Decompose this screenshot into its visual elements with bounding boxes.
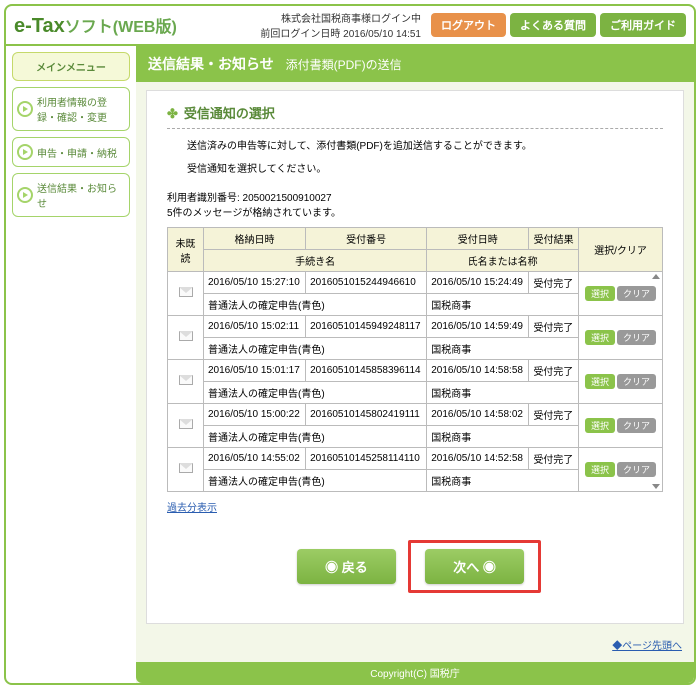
cell-recdate: 2016/05/10 14:58:58 — [427, 360, 529, 382]
login-info: 株式会社国税商事様ログイン中 前回ログイン日時 2016/05/10 14:51 — [254, 10, 427, 40]
table-wrap: 未既読 格納日時 受付番号 受付日時 受付結果 選択/クリア 手続き名 氏名また… — [167, 227, 663, 492]
cell-proc: 普通法人の確定申告(青色) — [204, 470, 427, 492]
button-row: ◉ 戻る 次へ ◉ — [167, 540, 663, 593]
section: ✤受信通知の選択 送信済みの申告等に対して、添付書類(PDF)を追加送信すること… — [146, 90, 684, 624]
select-button[interactable]: 選択 — [585, 418, 615, 433]
arrow-icon — [17, 101, 33, 117]
select-button[interactable]: 選択 — [585, 462, 615, 477]
cell-stored: 2016/05/10 15:00:22 — [204, 404, 306, 426]
sidebar-main-menu[interactable]: メインメニュー — [12, 52, 130, 81]
footer: Copyright(C) 国税庁 — [136, 662, 694, 683]
meta: 利用者識別番号: 2050021500910027 5件のメッセージが格納されて… — [167, 191, 663, 221]
clear-button[interactable]: クリア — [617, 418, 656, 433]
main-wrap: メインメニュー 利用者情報の登録・確認・変更 申告・申請・納税 送信結果・お知ら… — [6, 46, 694, 683]
scroll-down-icon[interactable] — [652, 484, 660, 489]
past-link[interactable]: 過去分表示 — [167, 503, 217, 514]
sidebar: メインメニュー 利用者情報の登録・確認・変更 申告・申請・納税 送信結果・お知ら… — [6, 46, 136, 683]
envelope-icon — [179, 287, 193, 297]
table-row: 2016/05/10 15:02:11 20160510145949248117… — [168, 316, 663, 338]
table-row: 2016/05/10 15:00:22 20160510145802419111… — [168, 404, 663, 426]
table-row: 2016/05/10 15:01:17 20160510145858396114… — [168, 360, 663, 382]
cell-name: 国税商事 — [427, 294, 579, 316]
cell-recdate: 2016/05/10 14:52:58 — [427, 448, 529, 470]
app-frame: e-Taxソフト(WEB版) 株式会社国税商事様ログイン中 前回ログイン日時 2… — [4, 4, 696, 685]
th-unread: 未既読 — [168, 228, 204, 272]
cell-result: 受付完了 — [529, 316, 579, 338]
page-title: 送信結果・お知らせ — [148, 56, 274, 72]
th-recdate: 受付日時 — [427, 228, 529, 250]
cell-result: 受付完了 — [529, 448, 579, 470]
cell-recdate: 2016/05/10 14:58:02 — [427, 404, 529, 426]
logout-button[interactable]: ログアウト — [431, 13, 506, 37]
page-title-bar: 送信結果・お知らせ 添付書類(PDF)の送信 — [136, 46, 694, 82]
clear-button[interactable]: クリア — [617, 374, 656, 389]
cell-recdate: 2016/05/10 15:24:49 — [427, 272, 529, 294]
page-subtitle: 添付書類(PDF)の送信 — [286, 58, 402, 72]
cell-name: 国税商事 — [427, 338, 579, 360]
back-button[interactable]: ◉ 戻る — [297, 549, 396, 584]
clear-button[interactable]: クリア — [617, 330, 656, 345]
content: 送信結果・お知らせ 添付書類(PDF)の送信 ✤受信通知の選択 送信済みの申告等… — [136, 46, 694, 683]
cell-result: 受付完了 — [529, 404, 579, 426]
section-title: ✤受信通知の選択 — [167, 103, 663, 129]
cell-result: 受付完了 — [529, 272, 579, 294]
cell-proc: 普通法人の確定申告(青色) — [204, 338, 427, 360]
cell-recno: 20160510145258114110 — [306, 448, 427, 470]
cell-stored: 2016/05/10 15:01:17 — [204, 360, 306, 382]
select-button[interactable]: 選択 — [585, 330, 615, 345]
envelope-icon — [179, 419, 193, 429]
cell-stored: 2016/05/10 15:02:11 — [204, 316, 306, 338]
cell-stored: 2016/05/10 15:27:10 — [204, 272, 306, 294]
th-action: 選択/クリア — [579, 228, 663, 272]
scroll-up-icon[interactable] — [652, 274, 660, 279]
message-table: 未既読 格納日時 受付番号 受付日時 受付結果 選択/クリア 手続き名 氏名また… — [167, 227, 663, 492]
th-recno: 受付番号 — [306, 228, 427, 250]
envelope-icon — [179, 375, 193, 385]
cell-recno: 2016051015244946610 — [306, 272, 427, 294]
select-button[interactable]: 選択 — [585, 374, 615, 389]
th-name: 氏名または名称 — [427, 250, 579, 272]
cell-name: 国税商事 — [427, 382, 579, 404]
faq-button[interactable]: よくある質問 — [510, 13, 596, 37]
desc-1: 送信済みの申告等に対して、添付書類(PDF)を追加送信することができます。 — [187, 139, 663, 154]
cell-recno: 20160510145802419111 — [306, 404, 427, 426]
th-proc: 手続き名 — [204, 250, 427, 272]
sidebar-item-filing[interactable]: 申告・申請・納税 — [12, 137, 130, 167]
clover-icon: ✤ — [167, 106, 178, 121]
cell-proc: 普通法人の確定申告(青色) — [204, 294, 427, 316]
sidebar-item-results[interactable]: 送信結果・お知らせ — [12, 173, 130, 217]
pagetop-link[interactable]: ◆ページ先頭へ — [612, 641, 682, 652]
cell-stored: 2016/05/10 14:55:02 — [204, 448, 306, 470]
logo: e-Taxソフト(WEB版) — [14, 13, 177, 38]
arrow-icon — [17, 187, 33, 203]
cell-proc: 普通法人の確定申告(青色) — [204, 382, 427, 404]
cell-recdate: 2016/05/10 14:59:49 — [427, 316, 529, 338]
next-button[interactable]: 次へ ◉ — [425, 549, 524, 584]
table-row: 2016/05/10 15:27:10 2016051015244946610 … — [168, 272, 663, 294]
header: e-Taxソフト(WEB版) 株式会社国税商事様ログイン中 前回ログイン日時 2… — [6, 6, 694, 46]
clear-button[interactable]: クリア — [617, 286, 656, 301]
table-row: 2016/05/10 14:55:02 20160510145258114110… — [168, 448, 663, 470]
cell-result: 受付完了 — [529, 360, 579, 382]
envelope-icon — [179, 463, 193, 473]
cell-recno: 20160510145949248117 — [306, 316, 427, 338]
cell-proc: 普通法人の確定申告(青色) — [204, 426, 427, 448]
select-button[interactable]: 選択 — [585, 286, 615, 301]
desc-2: 受信通知を選択してください。 — [187, 162, 663, 177]
highlight-box: 次へ ◉ — [408, 540, 541, 593]
cell-name: 国税商事 — [427, 470, 579, 492]
th-storedate: 格納日時 — [204, 228, 306, 250]
cell-recno: 20160510145858396114 — [306, 360, 427, 382]
sidebar-item-userinfo[interactable]: 利用者情報の登録・確認・変更 — [12, 87, 130, 131]
envelope-icon — [179, 331, 193, 341]
th-recresult: 受付結果 — [529, 228, 579, 250]
cell-name: 国税商事 — [427, 426, 579, 448]
guide-button[interactable]: ご利用ガイド — [600, 13, 686, 37]
arrow-icon — [17, 144, 33, 160]
clear-button[interactable]: クリア — [617, 462, 656, 477]
